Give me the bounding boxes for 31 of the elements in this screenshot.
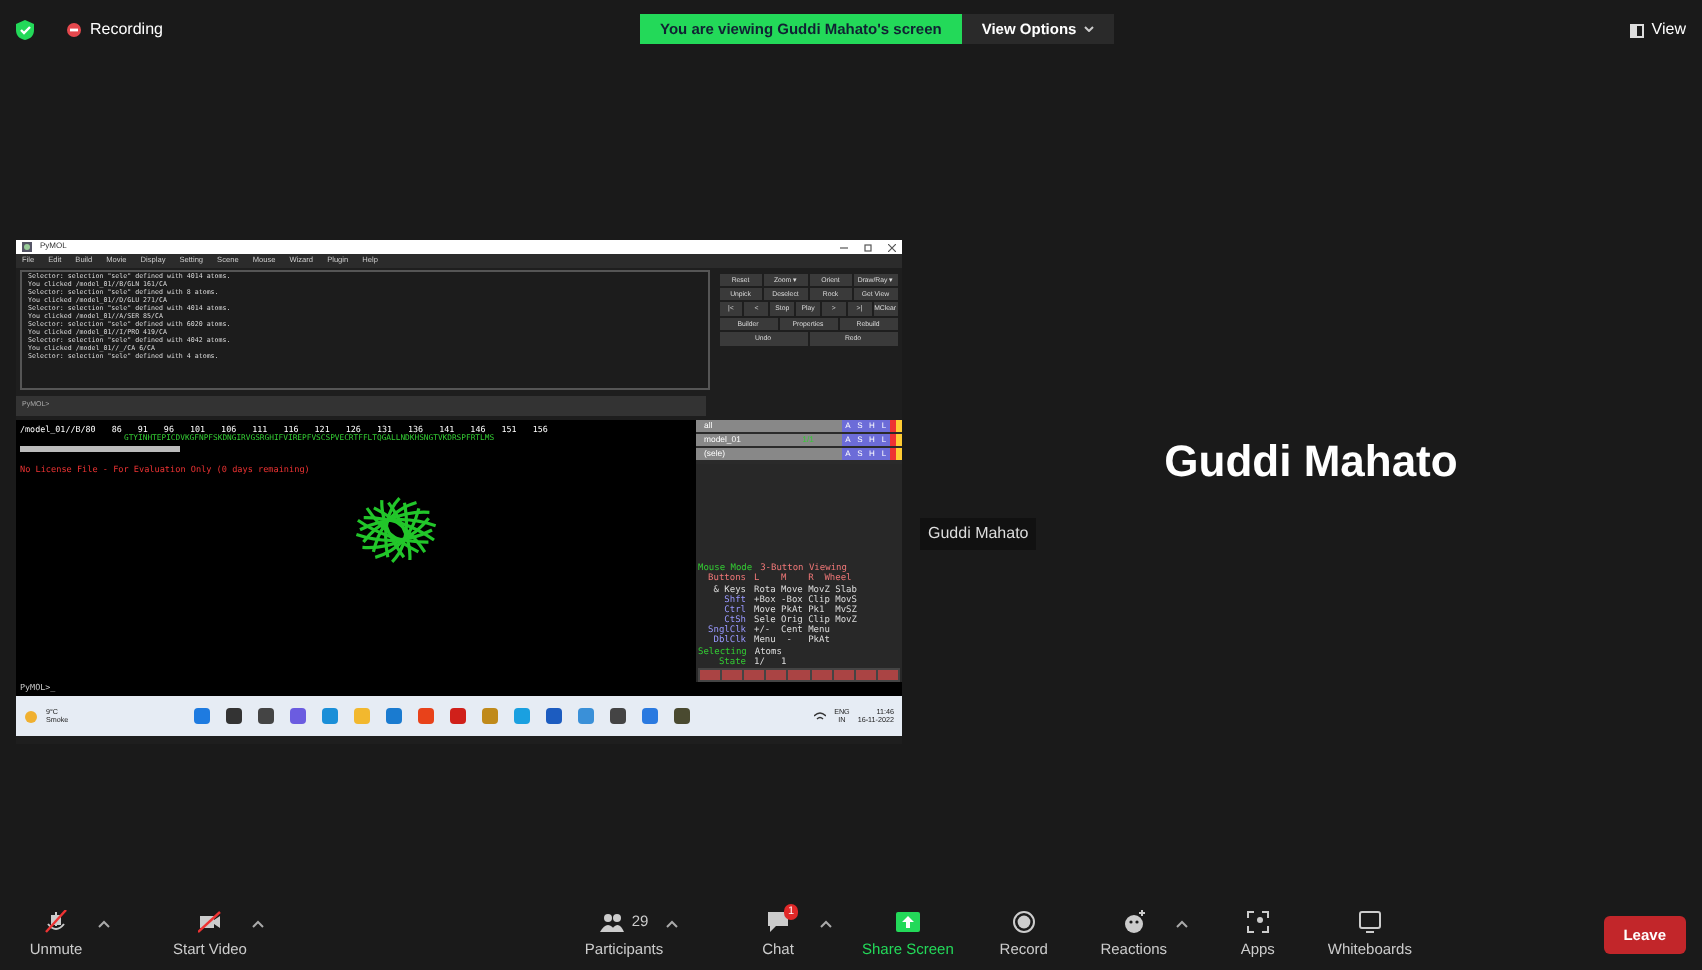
recording-dot-icon xyxy=(66,22,82,38)
recording-label: Recording xyxy=(90,18,163,42)
wifi-icon xyxy=(814,711,827,721)
shield-icon xyxy=(16,20,34,40)
caret-icon[interactable] xyxy=(666,919,678,928)
name-tag: Guddi Mahato xyxy=(920,518,1037,550)
weather-icon xyxy=(24,709,38,723)
caret-icon[interactable] xyxy=(252,919,264,928)
color-swatch-icon[interactable] xyxy=(890,420,902,432)
app-logo-icon xyxy=(22,242,32,252)
record-icon xyxy=(1011,909,1036,934)
muted-microphone-icon xyxy=(44,909,68,934)
caret-icon[interactable] xyxy=(820,919,832,928)
smiley-icon xyxy=(1121,909,1146,934)
chevron-down-icon xyxy=(1084,26,1095,33)
view-button[interactable]: View xyxy=(1651,18,1686,42)
caret-icon[interactable] xyxy=(98,919,110,928)
color-swatch-icon[interactable] xyxy=(890,448,902,460)
people-icon xyxy=(599,909,624,934)
speech-bubble-icon xyxy=(766,909,790,934)
apps-icon xyxy=(1245,909,1270,934)
view-icon[interactable] xyxy=(1629,23,1644,37)
color-swatch-icon[interactable] xyxy=(890,434,902,446)
restore-icon[interactable] xyxy=(864,243,872,251)
close-icon[interactable] xyxy=(888,243,896,251)
monitor-icon xyxy=(1357,909,1382,934)
caret-icon[interactable] xyxy=(1175,919,1188,928)
minimize-icon[interactable] xyxy=(840,243,848,251)
crossed-camera-icon xyxy=(198,909,222,934)
participant-name: Guddi Mahato xyxy=(1164,433,1458,489)
upload-arrow-icon xyxy=(895,909,920,934)
